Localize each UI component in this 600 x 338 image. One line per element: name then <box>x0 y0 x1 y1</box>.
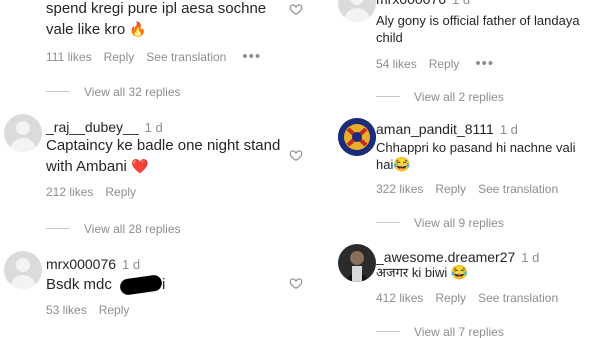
avatar[interactable] <box>4 114 42 152</box>
comments-column-left: spend kregi pure ipl aesa sochne vale li… <box>0 0 330 338</box>
reply-button[interactable]: Reply <box>99 303 130 317</box>
reply-button[interactable]: Reply <box>435 182 466 196</box>
avatar-image <box>338 244 376 282</box>
heart-outline-icon[interactable] <box>289 148 303 162</box>
view-replies-link[interactable]: View all 7 replies <box>376 323 504 338</box>
username[interactable]: mrx000076 <box>46 256 116 272</box>
fire-emoji: 🔥 <box>129 21 147 37</box>
reply-button[interactable]: Reply <box>105 185 136 199</box>
likes-count[interactable]: 322 likes <box>376 182 423 196</box>
more-options-icon[interactable]: ••• <box>242 48 261 65</box>
comment-actions: 412 likes Reply See translation <box>376 291 570 305</box>
view-replies-link[interactable]: View all 28 replies <box>46 220 181 238</box>
username[interactable]: mrx000076 <box>376 0 446 7</box>
see-translation-link[interactable]: See translation <box>478 291 558 305</box>
avatar[interactable] <box>4 251 42 289</box>
reply-button[interactable]: Reply <box>104 50 135 64</box>
timestamp: 1 d <box>521 250 540 265</box>
likes-count[interactable]: 111 likes <box>46 50 92 64</box>
comment-text: Chhappri ko pasand hi nachne vali hai😂 <box>376 140 576 172</box>
see-translation-link[interactable]: See translation <box>478 182 558 196</box>
comment-text: अजगर ki biwi 😂 <box>376 264 469 280</box>
comment-text: Bsdk mdc i <box>46 274 165 296</box>
username[interactable]: _awesome.dreamer27 <box>376 249 515 265</box>
comment-actions: 53 likes Reply <box>46 303 141 317</box>
divider-line <box>376 331 400 333</box>
heart-outline-icon[interactable] <box>289 2 303 16</box>
timestamp: 1 d <box>144 120 163 135</box>
comment-text: spend kregi pure ipl aesa sochne vale li… <box>46 0 267 38</box>
comment-header: aman_pandit_8111 1 d <box>376 121 518 139</box>
username[interactable]: aman_pandit_8111 <box>376 121 494 137</box>
comment-header: mrx000076 1 d <box>46 256 140 274</box>
laughing-emoji: 😂 <box>393 156 411 172</box>
heart-outline-icon[interactable] <box>289 276 303 290</box>
divider-line <box>46 91 70 93</box>
see-translation-link[interactable]: See translation <box>146 50 226 64</box>
likes-count[interactable]: 53 likes <box>46 303 87 317</box>
divider-line <box>376 222 400 224</box>
comment-text: Captaincy ke badle one night stand with … <box>46 137 281 175</box>
comment-header: mrx000076 1 d <box>376 0 470 9</box>
avatar[interactable] <box>338 244 376 282</box>
comment-actions: 111 likes Reply See translation ••• <box>46 48 273 65</box>
comment-actions: 212 likes Reply <box>46 185 148 199</box>
timestamp: 1 d <box>499 122 518 137</box>
more-options-icon[interactable]: ••• <box>475 55 494 72</box>
timestamp: 1 d <box>122 257 141 272</box>
divider-line <box>376 96 400 98</box>
avatar[interactable] <box>338 118 376 156</box>
comment-text: Aly gony is official father of landaya c… <box>376 13 580 45</box>
avatar[interactable] <box>338 0 376 22</box>
view-replies-link[interactable]: View all 2 replies <box>376 88 504 106</box>
view-replies-link[interactable]: View all 32 replies <box>46 83 181 101</box>
likes-count[interactable]: 412 likes <box>376 291 423 305</box>
red-heart-emoji: ❤️ <box>131 158 149 174</box>
divider-line <box>46 228 70 230</box>
reply-button[interactable]: Reply <box>429 57 460 71</box>
view-replies-link[interactable]: View all 9 replies <box>376 214 504 232</box>
likes-count[interactable]: 212 likes <box>46 185 93 199</box>
comments-column-right: mrx000076 1 d Aly gony is official father… <box>330 0 600 338</box>
reply-button[interactable]: Reply <box>435 291 466 305</box>
avatar-image <box>338 118 376 156</box>
comment-actions: 322 likes Reply See translation <box>376 182 570 196</box>
username[interactable]: _raj__dubey__ <box>46 119 139 135</box>
likes-count[interactable]: 54 likes <box>376 57 417 71</box>
redaction-scribble <box>119 274 163 296</box>
comment-header: _raj__dubey__ 1 d <box>46 119 163 137</box>
laughing-emoji: 😂 <box>450 264 469 280</box>
timestamp: 1 d <box>452 0 470 7</box>
comment-actions: 54 likes Reply ••• <box>376 55 506 72</box>
